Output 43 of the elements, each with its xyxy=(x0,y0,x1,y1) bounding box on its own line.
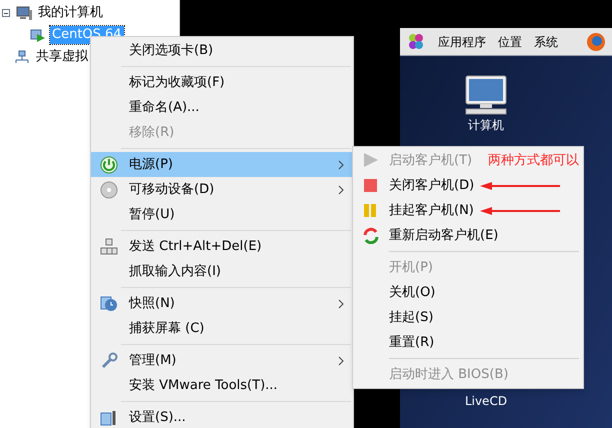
menu-item[interactable]: 抓取输入内容(I) xyxy=(91,259,353,284)
play-icon xyxy=(362,152,380,169)
menu-item[interactable]: 暂停(U) xyxy=(91,202,353,227)
disc-icon xyxy=(100,180,118,198)
annotation-note: 两种方式都可以 xyxy=(488,152,579,170)
computer-icon xyxy=(16,6,32,20)
refresh-icon xyxy=(362,227,380,244)
collapse-toggle[interactable] xyxy=(2,9,10,17)
menu-item[interactable]: 标记为收藏项(F) xyxy=(91,70,353,95)
vm-play-icon xyxy=(30,28,46,42)
menu-item[interactable]: 管理(M) xyxy=(91,348,353,373)
keyboard-keys-icon xyxy=(100,238,118,256)
menu-item[interactable]: 电源(P) xyxy=(91,152,353,177)
chevron-right-icon xyxy=(337,160,345,170)
chevron-right-icon xyxy=(337,184,345,194)
menu-item[interactable]: 挂起客户机(N) xyxy=(353,198,562,223)
menu-item[interactable]: 重命名(A)... xyxy=(91,95,353,120)
menu-item[interactable]: 发送 Ctrl+Alt+Del(E) xyxy=(91,234,353,259)
wrench-icon xyxy=(100,352,118,370)
network-icon xyxy=(14,50,30,64)
menu-item[interactable]: 重置(R) xyxy=(353,330,434,355)
flower-logo-icon xyxy=(406,32,426,51)
panel-menu[interactable]: 应用程序 xyxy=(438,32,486,50)
menu-item[interactable]: 重新启动客户机(E) xyxy=(353,223,498,248)
chevron-right-icon xyxy=(337,298,345,308)
desktop-icon-label[interactable]: LiveCD xyxy=(464,392,508,410)
chevron-right-icon xyxy=(337,356,345,366)
menu-item[interactable]: 捕获屏幕 (C) xyxy=(91,316,353,341)
stop-icon xyxy=(362,177,380,194)
menu-item[interactable]: 挂起(S) xyxy=(353,305,434,330)
panel-menu[interactable]: 位置 xyxy=(498,32,522,50)
tree-item[interactable]: 我的计算机 xyxy=(36,4,105,22)
menu-item[interactable]: 关机(O) xyxy=(353,280,436,305)
power-icon xyxy=(100,156,118,174)
tree-item[interactable]: 共享虚拟 xyxy=(34,48,90,66)
menu-item[interactable]: 快照(N) xyxy=(91,291,353,316)
menu-item[interactable]: 可移动设备(D) xyxy=(91,177,353,202)
menu-item[interactable]: 安装 VMware Tools(T)... xyxy=(91,373,353,398)
menu-item[interactable]: 设置(S)... xyxy=(91,405,353,428)
menu-item[interactable]: 关闭客户机(D) xyxy=(353,173,562,198)
panel-menu[interactable]: 系统 xyxy=(534,32,558,50)
desktop-icon-label[interactable]: 计算机 xyxy=(468,116,504,134)
snapshot-clock-icon xyxy=(100,294,118,312)
